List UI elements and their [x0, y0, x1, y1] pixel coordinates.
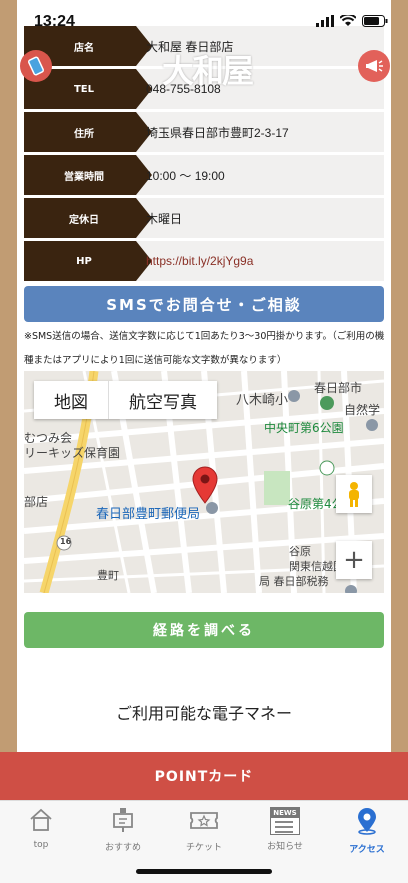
- map-label: 中央町第6公園: [264, 421, 344, 435]
- map-marker-icon[interactable]: [192, 466, 218, 504]
- ticket-icon: [190, 812, 218, 829]
- sms-inquiry-button[interactable]: SMSでお問合せ・ご相談: [24, 286, 384, 322]
- tab-label: おすすめ: [104, 843, 141, 853]
- signal-icon: [316, 15, 334, 27]
- tab-label: チケット: [185, 843, 222, 853]
- news-badge: NEWS: [271, 808, 299, 818]
- map-view[interactable]: 地図 航空写真 春日部市 八木崎小 自然学 中央町第6公園 むつみ会 リーキッズ…: [24, 371, 384, 593]
- route-number: 16: [60, 537, 72, 546]
- info-value: 埼玉県春日部市豊町2-3-17: [146, 125, 289, 140]
- map-label: 自然学: [344, 403, 381, 417]
- wifi-icon: [340, 15, 356, 26]
- tab-label: top: [33, 840, 49, 850]
- megaphone-icon: [366, 60, 383, 72]
- info-row-hours: 営業時間 10:00 〜 19:00: [24, 155, 384, 195]
- tab-news[interactable]: NEWS お知らせ: [244, 807, 326, 852]
- brand-logo: 大和屋: [162, 52, 254, 90]
- find-route-button[interactable]: 経路を調べる: [24, 612, 384, 648]
- street-view-button[interactable]: [336, 475, 372, 513]
- info-value: 10:00 〜 19:00: [146, 168, 225, 183]
- pegman-icon: [349, 482, 359, 507]
- map-type-tabs: 地図 航空写真: [34, 381, 217, 419]
- tab-label: お知らせ: [267, 842, 303, 852]
- map-label: 谷原: [289, 545, 311, 558]
- info-row-hp: HP https://bit.ly/2kjYg9a: [24, 241, 384, 281]
- info-row-address: 住所 埼玉県春日部市豊町2-3-17: [24, 112, 384, 152]
- tab-label: アクセス: [349, 845, 385, 855]
- status-time: 13:24: [34, 13, 75, 30]
- megaphone-button[interactable]: [358, 50, 390, 82]
- map-tab-satellite[interactable]: 航空写真: [108, 381, 217, 419]
- tab-recommend[interactable]: おすすめ: [82, 807, 164, 853]
- location-pin-icon: [358, 808, 376, 835]
- map-label: 局 春日部税務: [259, 575, 329, 588]
- phone-menu-button[interactable]: [20, 50, 52, 82]
- tab-top[interactable]: top: [0, 807, 82, 850]
- status-bar: 13:24: [0, 0, 408, 44]
- map-label: リーキッズ保育園: [24, 446, 121, 460]
- info-value: 木曜日: [146, 211, 183, 226]
- signboard-icon: [113, 808, 133, 832]
- info-label: 定休日: [24, 198, 152, 238]
- status-icons: [316, 15, 388, 27]
- map-tab-map[interactable]: 地図: [34, 381, 108, 419]
- point-card-button[interactable]: POINTカード: [0, 752, 408, 800]
- tab-ticket[interactable]: チケット: [163, 807, 245, 853]
- info-row-closed: 定休日 木曜日: [24, 198, 384, 238]
- homepage-link[interactable]: https://bit.ly/2kjYg9a: [146, 241, 253, 281]
- zoom-in-button[interactable]: +: [336, 541, 372, 579]
- info-label: 営業時間: [24, 155, 152, 195]
- map-label: 部店: [24, 495, 49, 509]
- home-icon: [30, 808, 52, 831]
- map-label: 春日部市: [314, 381, 363, 395]
- map-label: 豊町: [97, 569, 119, 582]
- store-info-panel: 店名 大和屋 春日部店 TEL 048-755-8108 住所 埼玉県春日部市豊…: [17, 0, 391, 760]
- map-label: 八木崎小: [236, 393, 289, 408]
- tab-access[interactable]: アクセス: [326, 807, 408, 855]
- sms-note: ※SMS送信の場合、送信文字数に応じて1回あたり3〜30円掛かります。（ご利用の…: [24, 331, 385, 366]
- home-indicator: [136, 869, 272, 874]
- info-label: 住所: [24, 112, 152, 152]
- battery-icon: [362, 15, 388, 27]
- smartphone-icon: [27, 56, 45, 76]
- emoney-title: ご利用可能な電子マネー: [115, 704, 292, 723]
- info-label: HP: [24, 241, 152, 281]
- news-icon: NEWS: [270, 807, 300, 835]
- map-label: 春日部豊町郵便局: [96, 507, 201, 522]
